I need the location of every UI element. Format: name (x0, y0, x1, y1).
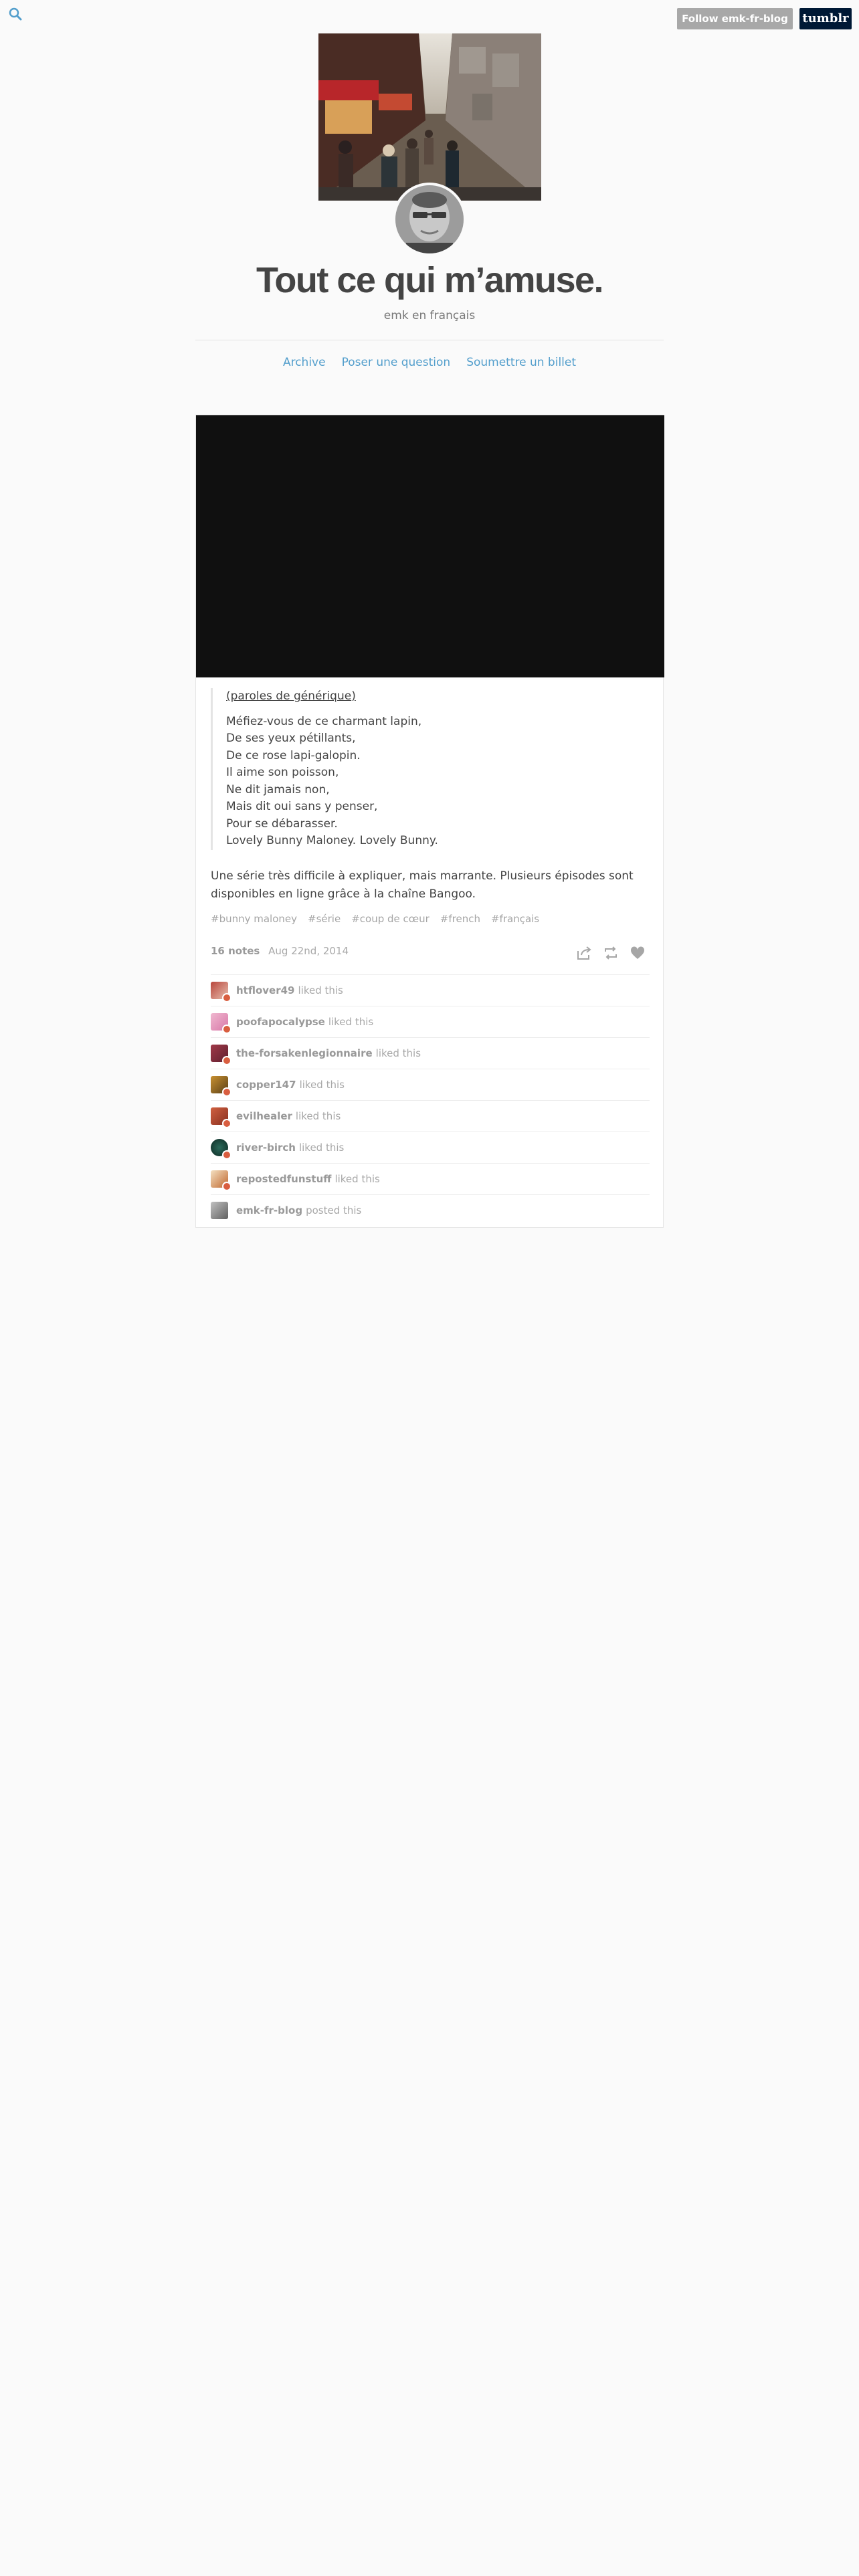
quote-line: Il aime son poisson, (226, 766, 339, 779)
reblog-icon[interactable] (603, 945, 619, 961)
quote-source-link[interactable]: paroles de générique (231, 689, 352, 703)
note-username[interactable]: poofapocalypse (236, 1016, 325, 1028)
quote-line: De ses yeux pétillants, (226, 732, 356, 745)
quote-line: De ce rose lapi-galopin. (226, 748, 361, 762)
note-item: river-birch liked this (211, 1132, 650, 1163)
note-avatar[interactable] (211, 1107, 231, 1128)
note-action: liked this (298, 1142, 345, 1154)
note-action: liked this (375, 1047, 421, 1059)
quote-line: Lovely Bunny Maloney. Lovely Bunny. (226, 834, 438, 847)
tumblr-logo-button[interactable]: tumblr (799, 8, 852, 29)
quote-line: Ne dit jamais non, (226, 782, 330, 796)
post-date[interactable]: Aug 22nd, 2014 (268, 945, 349, 957)
note-avatar[interactable] (211, 1170, 231, 1191)
note-avatar[interactable] (211, 1045, 231, 1065)
like-badge-icon (222, 1119, 231, 1128)
note-username[interactable]: evilhealer (236, 1110, 292, 1122)
notes-count[interactable]: 16 notes (211, 945, 260, 957)
note-avatar[interactable] (211, 1076, 231, 1097)
note-avatar[interactable] (211, 1202, 228, 1219)
blog-title[interactable]: Tout ce qui m’amuse. (0, 259, 859, 301)
notes-list: htflover49 liked this poofapocalypse lik… (211, 974, 650, 1226)
note-item: poofapocalypse liked this (211, 1006, 650, 1037)
note-username[interactable]: river-birch (236, 1142, 296, 1154)
tag-link[interactable]: #french (440, 913, 480, 925)
note-action: posted this (306, 1204, 362, 1216)
note-action: liked this (328, 1016, 374, 1028)
like-badge-icon (222, 1182, 231, 1191)
like-heart-icon[interactable] (630, 945, 646, 961)
post-tags: #bunny maloney #série #coup de cœur #fre… (211, 913, 652, 925)
quote-source: (paroles de générique) (226, 689, 356, 703)
avatar[interactable] (393, 183, 466, 256)
nav-archive-link[interactable]: Archive (275, 356, 334, 369)
note-username[interactable]: copper147 (236, 1079, 296, 1091)
note-action: liked this (335, 1173, 380, 1185)
share-icon[interactable] (576, 945, 592, 961)
note-avatar[interactable] (211, 982, 231, 1002)
note-item: copper147 liked this (211, 1069, 650, 1100)
note-avatar[interactable] (211, 1139, 231, 1160)
note-username[interactable]: repostedfunstuff (236, 1173, 331, 1185)
tag-link[interactable]: #bunny maloney (211, 913, 297, 925)
note-item: htflover49 liked this (211, 974, 650, 1006)
nav-submit-link[interactable]: Soumettre un billet (458, 356, 584, 369)
quote-line: Mais dit oui sans y penser, (226, 800, 378, 813)
note-action: liked this (295, 1110, 341, 1122)
like-badge-icon (222, 1056, 231, 1065)
page: Follow emk-fr-blog tumblr Tout ce qui m’… (0, 0, 859, 2576)
note-action: liked this (299, 1079, 345, 1091)
quote-block: (paroles de générique) Méfiez-vous de ce… (211, 688, 646, 850)
video-player[interactable] (196, 415, 664, 677)
note-item: evilhealer liked this (211, 1100, 650, 1132)
note-username[interactable]: the-forsakenlegionnaire (236, 1047, 373, 1059)
header-image (318, 33, 541, 201)
blog-description: emk en français (383, 309, 476, 322)
note-item: the-forsakenlegionnaire liked this (211, 1037, 650, 1069)
note-item: emk-fr-blog posted this (211, 1194, 650, 1226)
quote-line: Pour se débarasser. (226, 817, 338, 831)
note-avatar[interactable] (211, 1013, 231, 1034)
note-item: repostedfunstuff liked this (211, 1163, 650, 1194)
nav-ask-link[interactable]: Poser une question (334, 356, 459, 369)
tag-link[interactable]: #série (308, 913, 341, 925)
blog-nav: Archive Poser une question Soumettre un … (0, 356, 859, 369)
tag-link[interactable]: #coup de cœur (351, 913, 430, 925)
note-username[interactable]: emk-fr-blog (236, 1204, 302, 1216)
follow-button[interactable]: Follow emk-fr-blog (677, 8, 793, 29)
tag-link[interactable]: #français (491, 913, 539, 925)
note-username[interactable]: htflover49 (236, 984, 295, 996)
post: (paroles de générique) Méfiez-vous de ce… (195, 415, 664, 1228)
post-body: Une série très difficile à expliquer, ma… (211, 869, 634, 901)
post-meta: 16 notes Aug 22nd, 2014 (211, 945, 646, 961)
quote-line: Méfiez-vous de ce charmant lapin, (226, 714, 422, 728)
note-action: liked this (298, 984, 343, 996)
post-actions (576, 945, 646, 961)
like-badge-icon (222, 1150, 231, 1160)
like-badge-icon (222, 1087, 231, 1097)
like-badge-icon (222, 993, 231, 1002)
like-badge-icon (222, 1025, 231, 1034)
search-icon[interactable] (8, 7, 23, 21)
